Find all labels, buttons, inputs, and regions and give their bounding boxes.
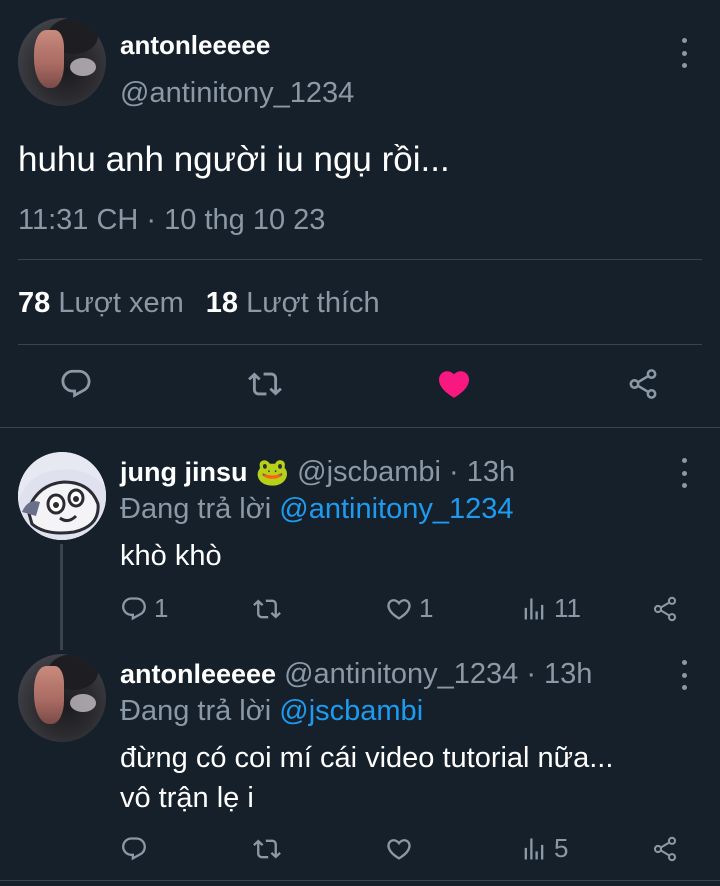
divider bbox=[0, 427, 720, 428]
likes-label: Lượt thích bbox=[246, 287, 380, 319]
replying-to-handle[interactable]: @jscbambi bbox=[279, 695, 423, 727]
replying-to-prefix: Đang trả lời bbox=[120, 493, 272, 525]
reply-icon[interactable] bbox=[59, 367, 93, 401]
reply-header: jung jinsu 🐸 @jscbambi · 13h bbox=[120, 456, 515, 489]
replying-to: Đang trả lời @antinitony_1234 bbox=[120, 493, 514, 526]
replying-to: Đang trả lời @jscbambi bbox=[120, 695, 423, 728]
tweet-text: huhu anh người iu ngụ rồi... bbox=[18, 140, 450, 179]
thread-connector bbox=[60, 544, 63, 650]
reply-time[interactable]: · 13h bbox=[526, 658, 592, 691]
heart-filled-icon[interactable] bbox=[436, 366, 472, 402]
retweet-icon[interactable] bbox=[248, 367, 282, 401]
engagement-stats: 78 Lượt xem 18 Lượt thích bbox=[18, 287, 380, 320]
views-label: Lượt xem bbox=[58, 287, 184, 319]
reply-text: đừng có coi mí cái video tutorial nữa...… bbox=[120, 738, 613, 818]
share-icon[interactable] bbox=[626, 367, 660, 401]
reply-icon[interactable] bbox=[120, 835, 148, 863]
retweet-icon[interactable] bbox=[253, 835, 281, 863]
likes-stat[interactable]: 18 Lượt thích bbox=[206, 287, 380, 320]
reply-text: khò khò bbox=[120, 540, 222, 572]
reply-icon bbox=[122, 596, 146, 620]
author-handle[interactable]: @antinitony_1234 bbox=[120, 77, 354, 110]
replying-to-prefix: Đang trả lời bbox=[120, 695, 272, 727]
reply-author-name[interactable]: jung jinsu bbox=[120, 457, 248, 488]
tweet-timestamp[interactable]: 11:31 CH · 10 thg 10 23 bbox=[18, 204, 325, 237]
reply-author-handle[interactable]: @antinitony_1234 bbox=[284, 658, 518, 691]
reply-action[interactable]: 1 bbox=[120, 593, 168, 624]
share-icon[interactable] bbox=[651, 595, 679, 623]
views-chart-icon bbox=[524, 838, 544, 859]
avatar[interactable] bbox=[18, 452, 106, 540]
views-action[interactable]: 11 bbox=[520, 593, 581, 624]
divider bbox=[0, 880, 720, 881]
likes-count: 18 bbox=[205, 287, 239, 319]
views-action[interactable]: 5 bbox=[520, 833, 568, 864]
more-options-icon[interactable] bbox=[680, 38, 688, 68]
views-count: 78 bbox=[18, 287, 51, 319]
reply-author-name[interactable]: antonleeeee bbox=[120, 659, 276, 690]
like-count: 1 bbox=[419, 593, 434, 623]
view-count: 5 bbox=[554, 833, 569, 863]
reply-header: antonleeeee @antinitony_1234 · 13h bbox=[120, 658, 592, 691]
view-count: 11 bbox=[554, 593, 581, 623]
author-name[interactable]: antonleeeee bbox=[120, 30, 270, 61]
more-options-icon[interactable] bbox=[680, 660, 688, 690]
divider bbox=[18, 344, 702, 345]
reply-text-line: vô trận lẹ i bbox=[120, 782, 254, 814]
heart-icon bbox=[387, 598, 411, 620]
avatar[interactable] bbox=[18, 18, 106, 106]
reply-author-handle[interactable]: @jscbambi bbox=[297, 456, 441, 489]
retweet-icon[interactable] bbox=[253, 595, 281, 623]
avatar-drawing bbox=[18, 452, 106, 540]
frog-emoji-icon: 🐸 bbox=[255, 457, 290, 487]
avatar[interactable] bbox=[18, 654, 106, 742]
views-chart-icon bbox=[524, 598, 544, 619]
reply-time[interactable]: · 13h bbox=[449, 456, 515, 489]
replying-to-handle[interactable]: @antinitony_1234 bbox=[279, 493, 513, 525]
reply-count: 1 bbox=[154, 593, 169, 623]
divider bbox=[18, 259, 702, 260]
views-stat[interactable]: 78 Lượt xem bbox=[18, 287, 184, 320]
share-icon[interactable] bbox=[651, 835, 679, 863]
like-action[interactable]: 1 bbox=[385, 593, 433, 624]
heart-icon[interactable] bbox=[385, 835, 413, 863]
reply-text-line: đừng có coi mí cái video tutorial nữa... bbox=[120, 742, 614, 774]
more-options-icon[interactable] bbox=[680, 458, 688, 488]
